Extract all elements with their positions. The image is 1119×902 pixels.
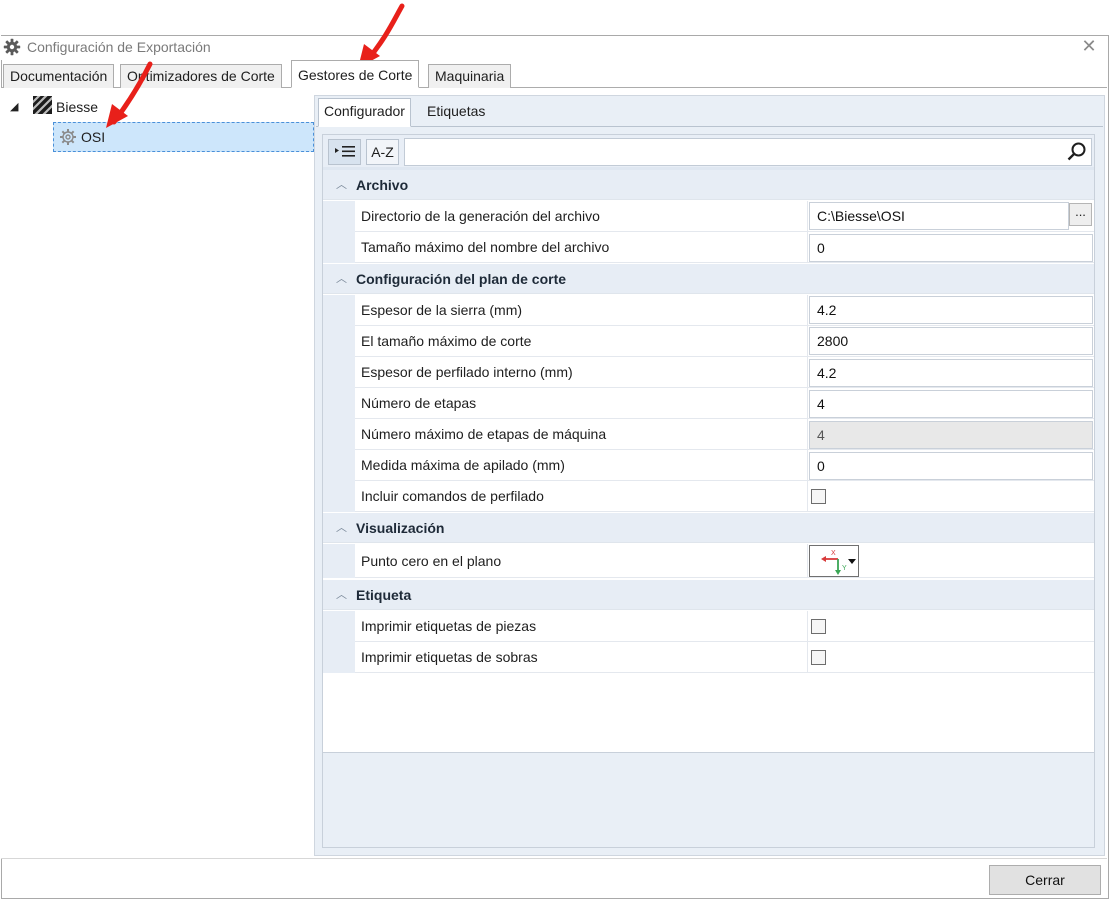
category-label: Archivo (356, 177, 409, 193)
tree-expand-icon[interactable]: ◢ (10, 100, 18, 114)
cog-icon (59, 128, 77, 146)
category-etiqueta[interactable] (323, 580, 1094, 610)
row-separator (807, 326, 808, 357)
zero-point-dropdown[interactable]: X Y (809, 545, 859, 577)
chevron-up-icon[interactable]: ︿ (336, 513, 348, 543)
tamano-nombre-input[interactable]: 0 (809, 234, 1093, 262)
medida-apilado-input[interactable]: 0 (809, 452, 1093, 480)
row-gutter (323, 481, 355, 512)
svg-text:Y: Y (842, 565, 847, 572)
row-gutter (323, 201, 355, 232)
tab-gestores-de-corte[interactable]: Gestores de Corte (291, 60, 420, 88)
row-gutter (323, 544, 355, 578)
biesse-logo-icon (30, 93, 55, 117)
categorized-list-icon (334, 146, 355, 157)
imprimir-sobras-checkbox[interactable] (811, 650, 826, 665)
num-etapas-input[interactable]: 4 (809, 390, 1093, 418)
row-separator (807, 450, 808, 481)
row-separator (807, 419, 808, 450)
row-separator (807, 642, 808, 673)
property-label: Espesor de la sierra (mm) (361, 302, 523, 318)
directorio-input[interactable]: C:\Biesse\OSI (809, 202, 1069, 230)
axis-origin-icon: X Y (821, 550, 856, 575)
row-separator (807, 201, 808, 232)
subtab-divider (316, 126, 1103, 127)
num-max-etapas-readonly: 4 (809, 421, 1093, 449)
chevron-up-icon[interactable]: ︿ (336, 580, 348, 610)
property-label: Espesor de perfilado interno (mm) (361, 364, 573, 380)
property-label: Imprimir etiquetas de sobras (361, 649, 538, 665)
imprimir-piezas-checkbox[interactable] (811, 619, 826, 634)
tab-configurador[interactable]: Configurador (318, 98, 411, 127)
chevron-up-icon[interactable]: ︿ (336, 170, 348, 200)
row-gutter (323, 642, 355, 673)
property-label: Medida máxima de apilado (mm) (361, 457, 565, 473)
category-label: Visualización (356, 520, 445, 536)
manager-tree (1, 88, 318, 858)
property-label: Punto cero en el plano (361, 553, 502, 569)
browse-button[interactable]: ... (1069, 203, 1092, 226)
footer-divider (1, 858, 1107, 859)
row-separator (807, 544, 808, 578)
row-gutter (323, 295, 355, 326)
search-icon[interactable] (1066, 141, 1088, 163)
property-label: Número de etapas (361, 395, 477, 411)
property-description-area (323, 752, 1094, 847)
window-title: Configuración de Exportación (27, 39, 211, 55)
property-label: Directorio de la generación del archivo (361, 208, 600, 224)
row-separator (807, 388, 808, 419)
property-label: Imprimir etiquetas de piezas (361, 618, 537, 634)
espesor-sierra-input[interactable]: 4.2 (809, 296, 1093, 324)
property-search-input[interactable] (404, 138, 1092, 166)
tree-node-biesse[interactable]: Biesse (56, 97, 98, 117)
row-gutter (323, 232, 355, 263)
row-gutter (323, 611, 355, 642)
categorized-view-button[interactable] (328, 139, 361, 165)
row-gutter (323, 388, 355, 419)
close-button[interactable]: Cerrar (989, 865, 1101, 895)
row-gutter (323, 450, 355, 481)
svg-text:X: X (831, 550, 836, 557)
category-label: Configuración del plan de corte (356, 271, 567, 287)
property-label: Tamaño máximo del nombre del archivo (361, 239, 610, 255)
row-gutter (323, 357, 355, 388)
tab-maquinaria[interactable]: Maquinaria (428, 64, 512, 88)
close-icon[interactable]: ✕ (1080, 37, 1098, 55)
row-gutter (323, 419, 355, 450)
property-label: El tamaño máximo de corte (361, 333, 532, 349)
tab-etiquetas[interactable]: Etiquetas (422, 99, 490, 125)
row-separator (807, 357, 808, 388)
row-separator (807, 295, 808, 326)
alphabetical-sort-button[interactable]: A-Z (366, 139, 399, 165)
row-gutter (323, 326, 355, 357)
tamano-corte-input[interactable]: 2800 (809, 327, 1093, 355)
property-label: Incluir comandos de perfilado (361, 488, 544, 504)
category-label: Etiqueta (356, 587, 412, 603)
row-separator (807, 481, 808, 512)
property-label: Número máximo de etapas de máquina (361, 426, 607, 442)
espesor-perfilado-input[interactable]: 4.2 (809, 359, 1093, 387)
row-separator (807, 611, 808, 642)
category-archivo[interactable] (323, 170, 1094, 200)
gear-icon (3, 38, 21, 56)
incluir-comandos-checkbox[interactable] (811, 489, 826, 504)
chevron-up-icon[interactable]: ︿ (336, 264, 348, 294)
annotation-arrow-icon (106, 61, 153, 128)
row-separator (807, 232, 808, 263)
